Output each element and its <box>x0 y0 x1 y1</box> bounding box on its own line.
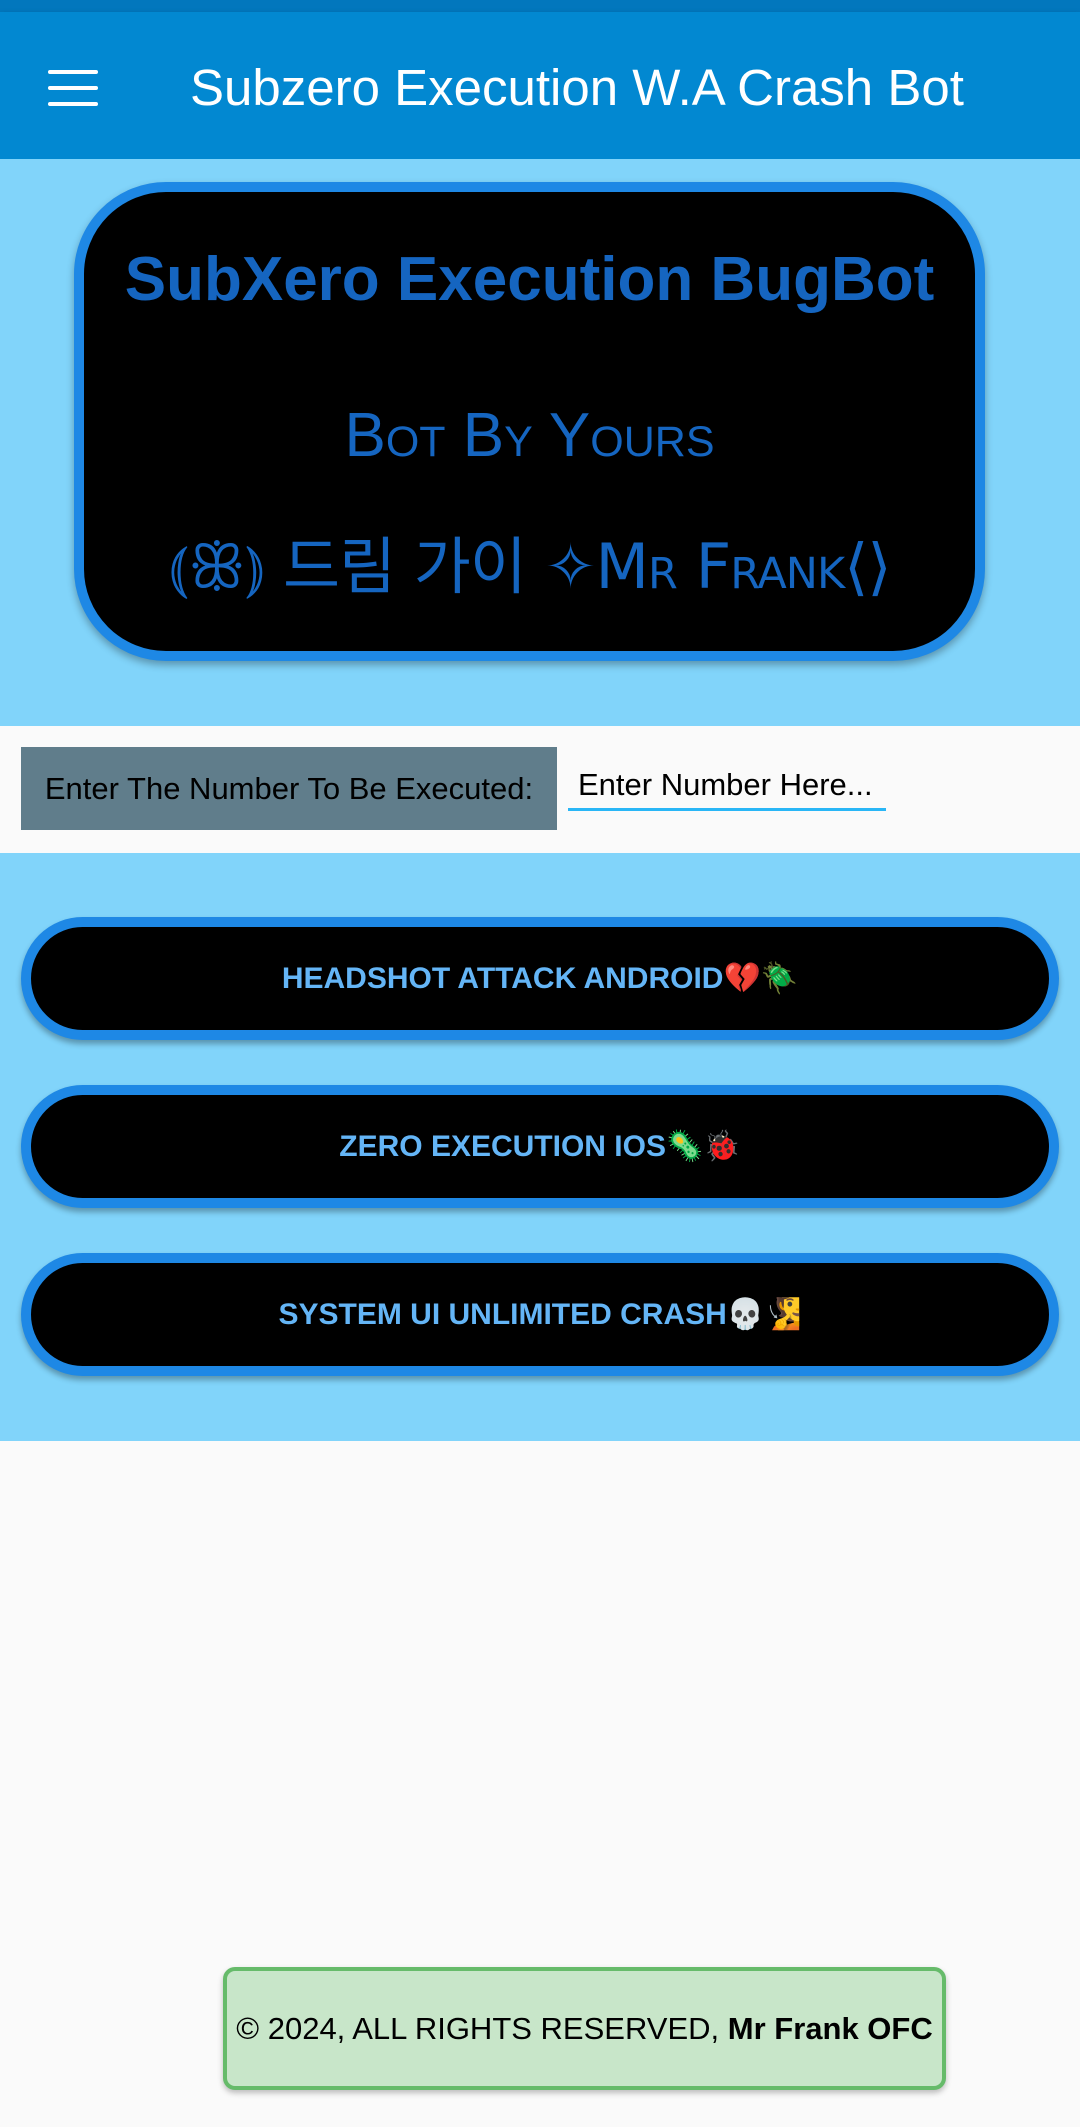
footer-owner: Mr Frank OFC <box>727 2011 933 2046</box>
number-input[interactable] <box>568 761 886 811</box>
footer-copyright: © 2024, ALL RIGHTS RESERVED, Mr Frank OF… <box>223 1967 946 2090</box>
system-ui-unlimited-crash-button[interactable]: SYSTEM UI UNLIMITED CRASH💀🧏 <box>21 1253 1059 1376</box>
app-bar: Subzero Execution W.A Crash Bot <box>0 12 1080 159</box>
number-input-label: Enter The Number To Be Executed: <box>21 747 557 830</box>
zero-execution-ios-button[interactable]: ZERO EXECUTION IOS🦠🐞 <box>21 1085 1059 1208</box>
number-input-row: Enter The Number To Be Executed: <box>0 726 1080 853</box>
hero-subtitle: Bot By Yours <box>344 401 715 470</box>
hero-title: SubXero Execution BugBot <box>124 245 935 314</box>
footer-copyright-text: © 2024, ALL RIGHTS RESERVED, <box>236 2011 728 2046</box>
hero-card: SubXero Execution BugBot Bot By Yours ⦅ꕥ… <box>74 182 985 661</box>
hamburger-menu-icon[interactable] <box>48 70 98 106</box>
app-title: Subzero Execution W.A Crash Bot <box>190 59 964 116</box>
headshot-attack-android-button[interactable]: HEADSHOT ATTACK ANDROID💔🪲 <box>21 917 1059 1040</box>
actions-section: HEADSHOT ATTACK ANDROID💔🪲 ZERO EXECUTION… <box>0 853 1080 1441</box>
hero-signature: ⦅ꕥ⦆ 드림 가이 ✧Mr Frank⟨⟩ <box>168 530 891 603</box>
status-bar <box>0 0 1080 12</box>
